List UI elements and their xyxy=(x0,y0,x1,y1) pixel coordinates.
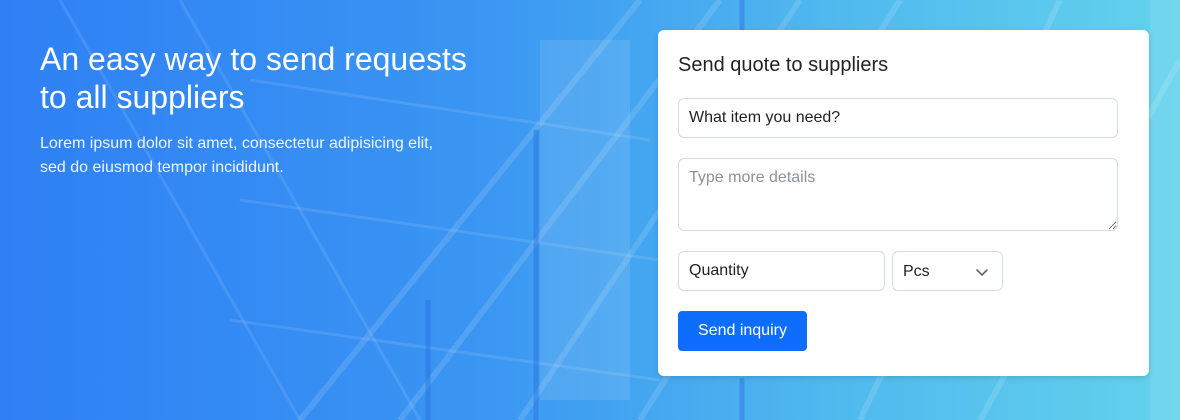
send-inquiry-button[interactable]: Send inquiry xyxy=(678,311,807,351)
quote-form-card: Send quote to suppliers Pcs Send inquiry xyxy=(658,30,1149,376)
chevron-down-icon xyxy=(976,269,988,276)
form-title: Send quote to suppliers xyxy=(678,54,889,76)
item-input[interactable] xyxy=(678,98,1118,138)
hero-headline: An easy way to send requests to all supp… xyxy=(40,41,467,115)
quote-banner: An easy way to send requests to all supp… xyxy=(0,0,1180,420)
quantity-input[interactable] xyxy=(678,251,885,291)
unit-select[interactable]: Pcs xyxy=(892,251,1003,291)
unit-selected-value: Pcs xyxy=(903,263,930,280)
details-textarea[interactable] xyxy=(678,158,1118,231)
hero-subtext: Lorem ipsum dolor sit amet, consectetur … xyxy=(40,135,434,176)
